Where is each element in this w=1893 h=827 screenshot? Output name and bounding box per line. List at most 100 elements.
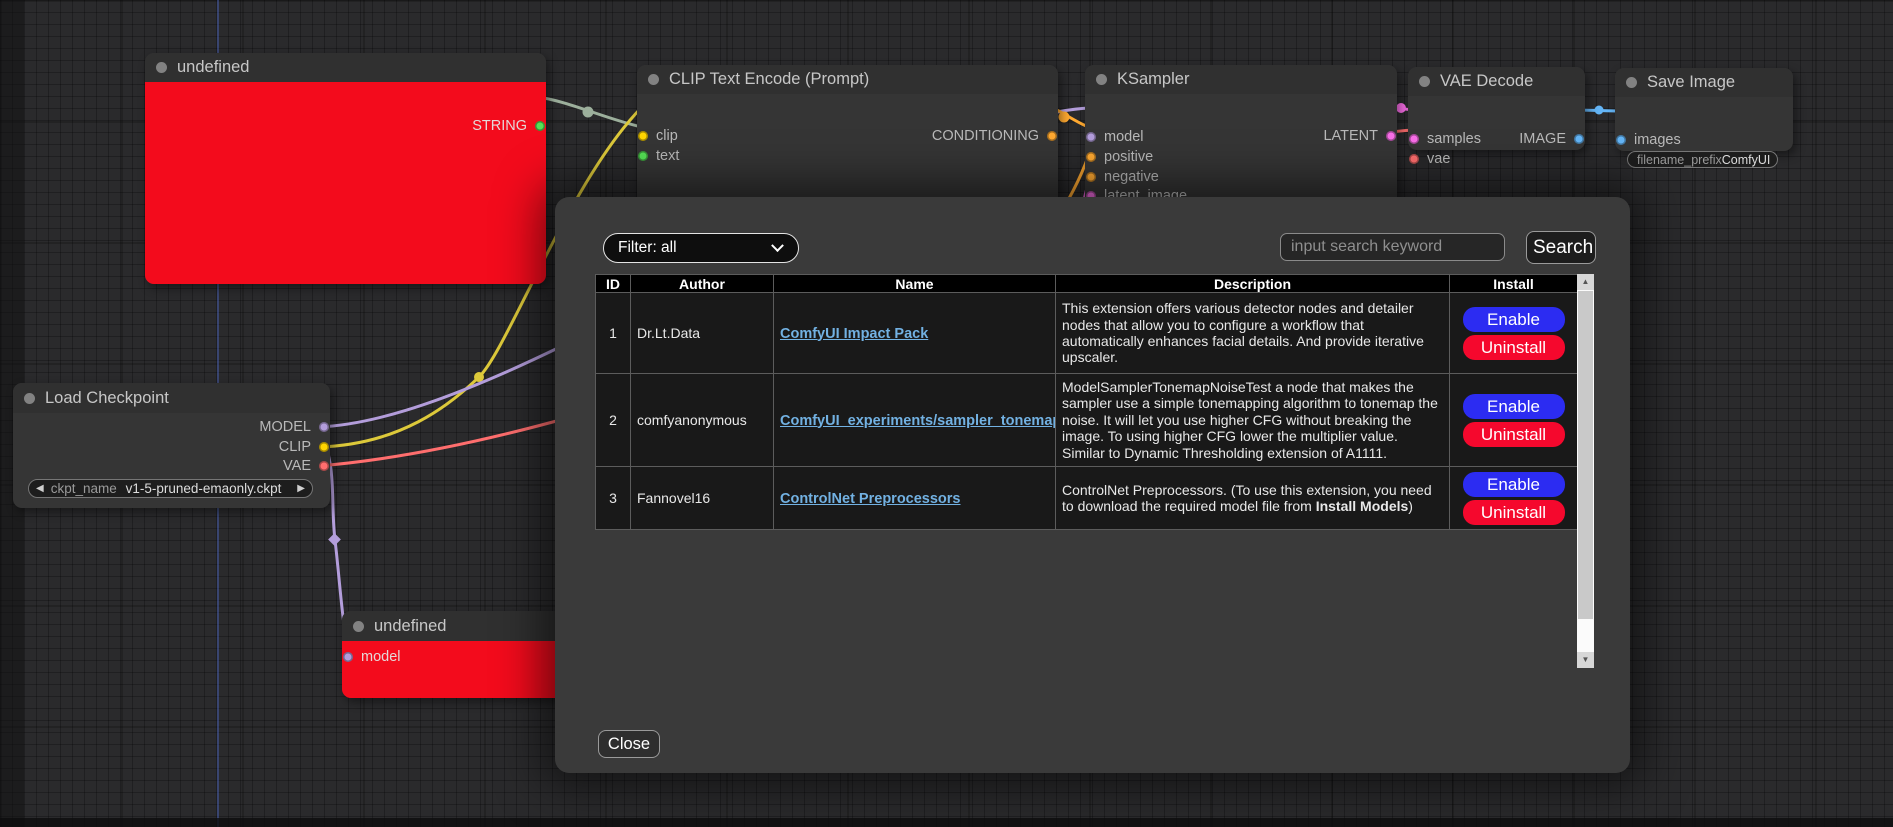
extension-name-link[interactable]: ComfyUI Impact Pack <box>780 326 928 342</box>
node-header[interactable]: VAE Decode <box>1408 67 1585 96</box>
input-slot-clip: clip <box>638 127 678 145</box>
node-collapse-dot-icon[interactable] <box>648 74 659 85</box>
node-collapse-dot-icon[interactable] <box>156 62 167 73</box>
node-body: STRING <box>145 82 546 284</box>
node-collapse-dot-icon[interactable] <box>1419 76 1430 87</box>
port-latent-icon[interactable] <box>1409 134 1419 144</box>
extension-author: Fannovel16 <box>631 467 774 530</box>
chevron-down-icon <box>771 239 784 252</box>
port-image-icon[interactable] <box>1616 135 1626 145</box>
table-scrollbar[interactable]: ▲ ▼ <box>1577 274 1594 668</box>
input-slot-samples: samples <box>1409 130 1481 148</box>
node-title: KSampler <box>1117 70 1189 89</box>
input-slot-text: text <box>638 147 679 165</box>
port-clip-icon[interactable] <box>319 442 329 452</box>
link-midpoint-dot <box>474 372 484 382</box>
node-title: undefined <box>374 617 447 636</box>
node-body: images filename_prefix ComfyUI <box>1615 97 1793 151</box>
widget-label: ckpt_name <box>51 481 117 496</box>
node-header[interactable]: undefined <box>342 611 570 641</box>
widget-value: ComfyUI <box>1722 153 1771 167</box>
table-row: 3 Fannovel16 ControlNet Preprocessors Co… <box>596 467 1578 530</box>
port-image-icon[interactable] <box>1574 134 1584 144</box>
extension-description: ControlNet Preprocessors. (To use this e… <box>1056 467 1450 530</box>
link-midpoint-dot <box>1595 106 1604 115</box>
port-conditioning-icon[interactable] <box>1086 152 1096 162</box>
filename-prefix-widget[interactable]: filename_prefix ComfyUI <box>1627 151 1778 168</box>
col-header-id: ID <box>596 275 631 293</box>
scroll-down-arrow-icon[interactable]: ▼ <box>1577 652 1594 668</box>
scrollbar-thumb[interactable] <box>1578 291 1593 619</box>
close-button[interactable]: Close <box>598 730 660 758</box>
node-body: model <box>342 641 570 698</box>
uninstall-button[interactable]: Uninstall <box>1463 500 1565 525</box>
port-conditioning-icon[interactable] <box>1086 172 1096 182</box>
port-vae-icon[interactable] <box>319 461 329 471</box>
increment-arrow-icon[interactable]: ▶ <box>290 483 312 494</box>
col-header-author: Author <box>631 275 774 293</box>
node-collapse-dot-icon[interactable] <box>24 393 35 404</box>
node-header[interactable]: undefined <box>145 53 546 82</box>
extension-id: 2 <box>596 374 631 467</box>
enable-button[interactable]: Enable <box>1463 472 1565 497</box>
node-load-checkpoint[interactable]: Load Checkpoint MODEL CLIP VAE ◀ ckpt_na… <box>13 383 330 508</box>
input-slot-negative: negative <box>1086 168 1159 186</box>
search-button[interactable]: Search <box>1526 231 1596 264</box>
node-body: clip text CONDITIONING <box>637 94 1058 209</box>
port-conditioning-icon[interactable] <box>1047 131 1057 141</box>
filter-select[interactable]: Filter: all <box>603 233 799 263</box>
output-slot-clip: CLIP <box>279 438 329 456</box>
extension-author: comfyanonymous <box>631 374 774 467</box>
node-undefined-top[interactable]: undefined STRING <box>145 53 546 284</box>
node-header[interactable]: CLIP Text Encode (Prompt) <box>637 65 1058 94</box>
node-body: samples vae IMAGE <box>1408 96 1585 150</box>
node-vae-decode[interactable]: VAE Decode samples vae IMAGE <box>1408 67 1585 150</box>
output-slot-string: STRING <box>472 117 545 135</box>
input-slot-positive: positive <box>1086 148 1153 166</box>
node-collapse-dot-icon[interactable] <box>353 621 364 632</box>
port-model-icon[interactable] <box>343 652 353 662</box>
port-vae-icon[interactable] <box>1409 154 1419 164</box>
output-slot-model: MODEL <box>259 418 329 436</box>
node-ksampler[interactable]: KSampler model positive negative latent_… <box>1085 65 1397 206</box>
node-collapse-dot-icon[interactable] <box>1626 77 1637 88</box>
node-save-image[interactable]: Save Image images filename_prefix ComfyU… <box>1615 68 1793 151</box>
input-slot-model: model <box>1086 128 1144 146</box>
input-slot-images: images <box>1616 131 1681 149</box>
node-title: CLIP Text Encode (Prompt) <box>669 70 869 89</box>
widget-value: v1-5-pruned-emaonly.ckpt <box>126 481 282 496</box>
port-clip-icon[interactable] <box>638 131 648 141</box>
table-row: 1 Dr.Lt.Data ComfyUI Impact Pack This ex… <box>596 293 1578 374</box>
ckpt-name-widget[interactable]: ◀ ckpt_name v1-5-pruned-emaonly.ckpt ▶ <box>28 479 313 498</box>
port-model-icon[interactable] <box>1086 132 1096 142</box>
port-text-icon[interactable] <box>638 151 648 161</box>
extension-author: Dr.Lt.Data <box>631 293 774 374</box>
link-midpoint-dot <box>1396 103 1406 113</box>
port-latent-icon[interactable] <box>1386 131 1396 141</box>
input-slot-model: model <box>343 648 401 666</box>
node-clip-text-encode[interactable]: CLIP Text Encode (Prompt) clip text COND… <box>637 65 1058 209</box>
decrement-arrow-icon[interactable]: ◀ <box>29 483 51 494</box>
link-midpoint-dot <box>583 107 594 118</box>
node-title: undefined <box>177 58 250 77</box>
scroll-up-arrow-icon[interactable]: ▲ <box>1577 274 1594 290</box>
port-string-icon[interactable] <box>535 121 545 131</box>
col-header-description: Description <box>1056 275 1450 293</box>
extension-name-link[interactable]: ComfyUI_experiments/sampler_tonemap <box>780 413 1056 429</box>
extension-description: ModelSamplerTonemapNoiseTest a node that… <box>1056 374 1450 467</box>
uninstall-button[interactable]: Uninstall <box>1463 335 1565 360</box>
node-header[interactable]: Save Image <box>1615 68 1793 97</box>
enable-button[interactable]: Enable <box>1463 307 1565 332</box>
port-model-icon[interactable] <box>319 422 329 432</box>
node-undefined-bottom[interactable]: undefined model <box>342 611 570 698</box>
output-slot-conditioning: CONDITIONING <box>932 127 1057 145</box>
uninstall-button[interactable]: Uninstall <box>1463 422 1565 447</box>
node-header[interactable]: KSampler <box>1085 65 1397 94</box>
extension-name-link[interactable]: ControlNet Preprocessors <box>780 491 961 507</box>
enable-button[interactable]: Enable <box>1463 394 1565 419</box>
node-collapse-dot-icon[interactable] <box>1096 74 1107 85</box>
node-title: Save Image <box>1647 73 1735 92</box>
node-header[interactable]: Load Checkpoint <box>13 383 330 413</box>
search-input[interactable] <box>1280 233 1505 261</box>
output-slot-latent: LATENT <box>1323 127 1396 145</box>
